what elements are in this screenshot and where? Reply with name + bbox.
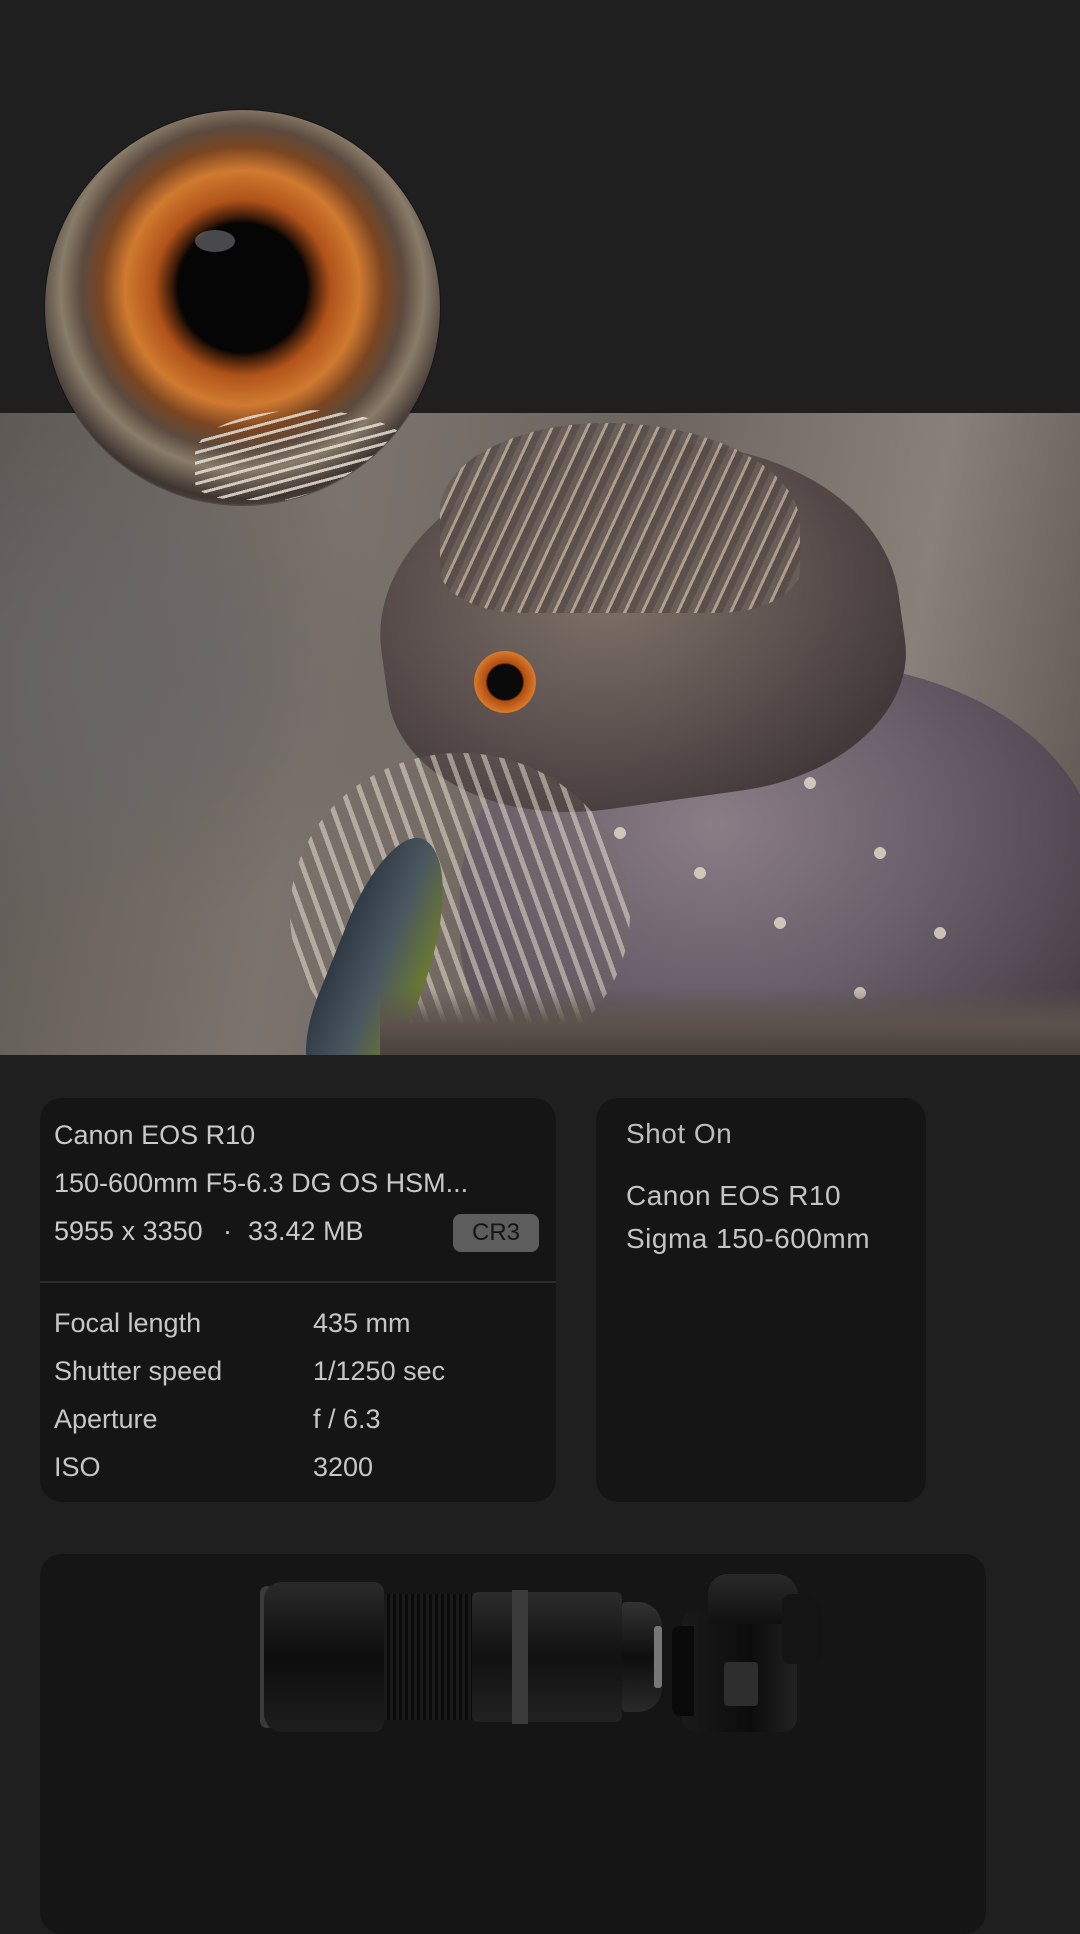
exif-value-iso: 3200 (313, 1452, 374, 1482)
lens-model: 150-600mm F5-6.3 DG OS HSM... (54, 1168, 469, 1198)
camera-model: Canon EOS R10 (54, 1120, 256, 1150)
exif-value-shutter: 1/1250 sec (313, 1356, 446, 1386)
shot-on-lens: Sigma 150-600mm (626, 1223, 871, 1254)
main-photo[interactable] (0, 413, 1080, 1055)
exif-label-iso: ISO (54, 1452, 101, 1482)
bird-eye (474, 651, 536, 713)
eye-highlight (195, 230, 235, 252)
zoom-feathers (195, 410, 415, 500)
file-size: 33.42 MB (248, 1216, 364, 1246)
shot-on-camera: Canon EOS R10 (626, 1180, 842, 1211)
shot-on-title: Shot On (626, 1118, 733, 1149)
lens-image (260, 1582, 664, 1744)
shot-on-card: Shot On Canon EOS R10 Sigma 150-600mm (596, 1098, 926, 1502)
meta-separator: · (223, 1216, 232, 1246)
exif-label-aperture: Aperture (54, 1404, 158, 1434)
exif-value-aperture: f / 6.3 (313, 1404, 381, 1434)
divider (40, 1281, 556, 1283)
image-dimensions: 5955 x 3350 (54, 1216, 203, 1246)
gear-card (40, 1554, 986, 1934)
file-info-card: Canon EOS R10 150-600mm F5-6.3 DG OS HSM… (40, 1098, 556, 1502)
exif-label-shutter: Shutter speed (54, 1356, 223, 1386)
exif-label-focal: Focal length (54, 1308, 202, 1338)
perch (380, 988, 1080, 1055)
exif-value-focal: 435 mm (313, 1308, 411, 1338)
camera-image (672, 1574, 822, 1734)
bird-crest (440, 423, 800, 613)
eye-zoom-loupe[interactable] (45, 110, 440, 505)
format-badge: CR3 (453, 1214, 539, 1252)
